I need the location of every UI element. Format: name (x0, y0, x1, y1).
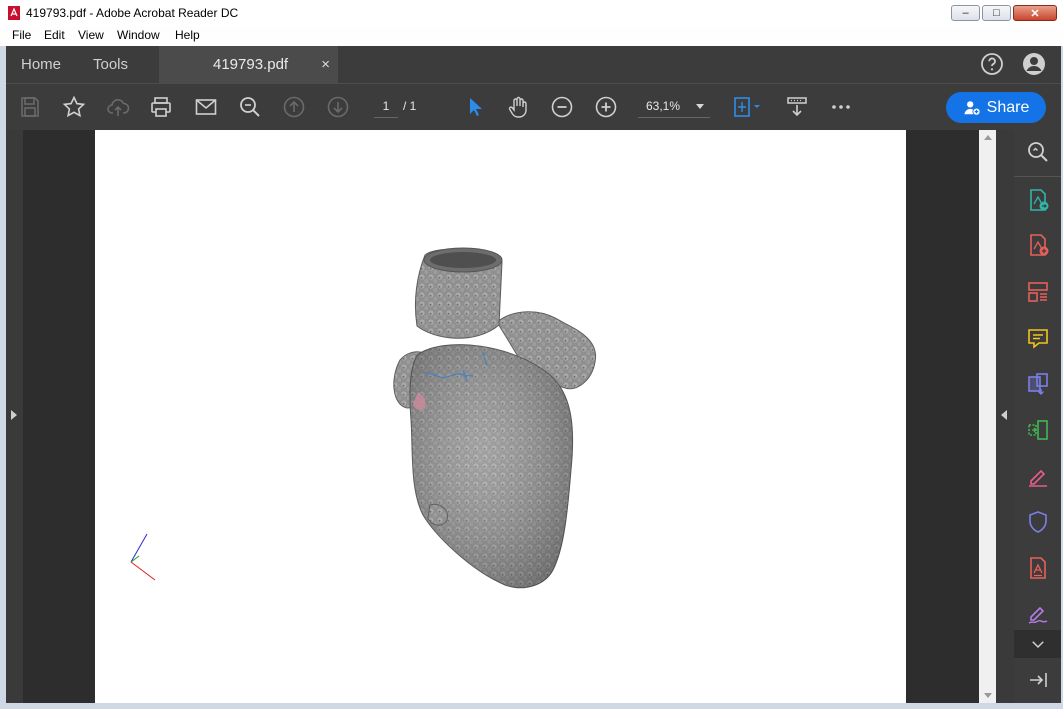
tab-bar: Home Tools 419793.pdf × (6, 46, 1061, 83)
window-bottom-border (0, 703, 1063, 709)
zoom-in-icon[interactable] (592, 93, 620, 121)
maximize-button[interactable]: □ (982, 5, 1011, 21)
minimize-button[interactable]: – (951, 5, 980, 21)
compress-pdf-icon[interactable] (1024, 416, 1052, 444)
pdf-file-icon[interactable] (1024, 554, 1052, 582)
heart-3d-model[interactable] (95, 130, 906, 703)
menu-window[interactable]: Window (117, 28, 160, 42)
search-zoom-icon[interactable] (1024, 138, 1052, 166)
scroll-up-icon[interactable] (984, 135, 992, 140)
protect-shield-icon[interactable] (1024, 508, 1052, 536)
vertical-scrollbar[interactable] (979, 130, 996, 703)
collapse-panel-icon[interactable] (1024, 666, 1052, 694)
combine-files-icon[interactable] (1024, 370, 1052, 398)
zoom-out-icon[interactable] (548, 93, 576, 121)
menu-file[interactable]: File (12, 28, 31, 42)
organize-pages-icon[interactable] (1024, 278, 1052, 306)
fit-page-icon[interactable] (730, 93, 764, 121)
tools-pane (1014, 130, 1061, 703)
axis-gizmo (130, 533, 156, 581)
email-icon[interactable] (192, 93, 220, 121)
next-page-icon[interactable] (324, 93, 352, 121)
add-user-icon (963, 100, 981, 116)
menu-view[interactable]: View (78, 28, 104, 42)
page-total: / 1 (403, 99, 417, 113)
star-icon[interactable] (60, 93, 88, 121)
request-signature-icon[interactable] (1024, 600, 1052, 628)
left-panel-toggle[interactable] (6, 130, 23, 703)
more-options-icon[interactable] (827, 93, 855, 121)
menu-help[interactable]: Help (175, 28, 200, 42)
scroll-mode-icon[interactable] (783, 93, 811, 121)
panel-divider (1014, 176, 1061, 177)
title-bar: 419793.pdf - Adobe Acrobat Reader DC – □… (0, 0, 1063, 27)
scroll-down-icon[interactable] (984, 693, 992, 698)
main-toolbar: 1 / 1 63,1% Share (6, 83, 1061, 130)
window-title: 419793.pdf - Adobe Acrobat Reader DC (26, 6, 239, 20)
account-icon[interactable] (1020, 50, 1048, 78)
zoom-level-value: 63,1% (646, 99, 681, 113)
tab-document[interactable]: 419793.pdf × (159, 46, 338, 83)
expand-right-icon (11, 410, 17, 420)
close-button[interactable]: ✕ (1013, 5, 1057, 21)
fill-sign-icon[interactable] (1024, 462, 1052, 490)
select-cursor-icon[interactable] (461, 93, 489, 121)
tab-tools[interactable]: Tools (93, 46, 128, 83)
chevron-down-icon (696, 104, 704, 109)
tab-home[interactable]: Home (21, 46, 61, 83)
help-icon[interactable] (978, 50, 1006, 78)
document-viewer[interactable] (23, 130, 979, 703)
create-pdf-icon[interactable] (1024, 231, 1052, 259)
menu-edit[interactable]: Edit (44, 28, 65, 42)
pdf-page[interactable] (95, 130, 906, 703)
menu-bar: File Edit View Window Help (0, 26, 1063, 46)
search-icon[interactable] (236, 93, 264, 121)
zoom-level-select[interactable]: 63,1% (638, 95, 710, 118)
share-label: Share (986, 98, 1030, 116)
comment-icon[interactable] (1024, 324, 1052, 352)
page-number-input[interactable]: 1 (374, 95, 398, 118)
print-icon[interactable] (147, 93, 175, 121)
export-pdf-icon[interactable] (1024, 186, 1052, 214)
previous-page-icon[interactable] (280, 93, 308, 121)
collapse-left-icon (1001, 410, 1007, 420)
acrobat-icon (8, 6, 20, 20)
save-icon[interactable] (16, 93, 44, 121)
chevron-down-icon (1032, 641, 1044, 649)
right-panel-toggle[interactable] (996, 130, 1014, 703)
tab-document-label: 419793.pdf (213, 56, 289, 73)
tab-close-icon[interactable]: × (321, 56, 330, 73)
more-tools-button[interactable] (1014, 630, 1061, 658)
share-button[interactable]: Share (946, 92, 1046, 123)
upload-cloud-icon[interactable] (104, 93, 132, 121)
hand-tool-icon[interactable] (504, 93, 532, 121)
